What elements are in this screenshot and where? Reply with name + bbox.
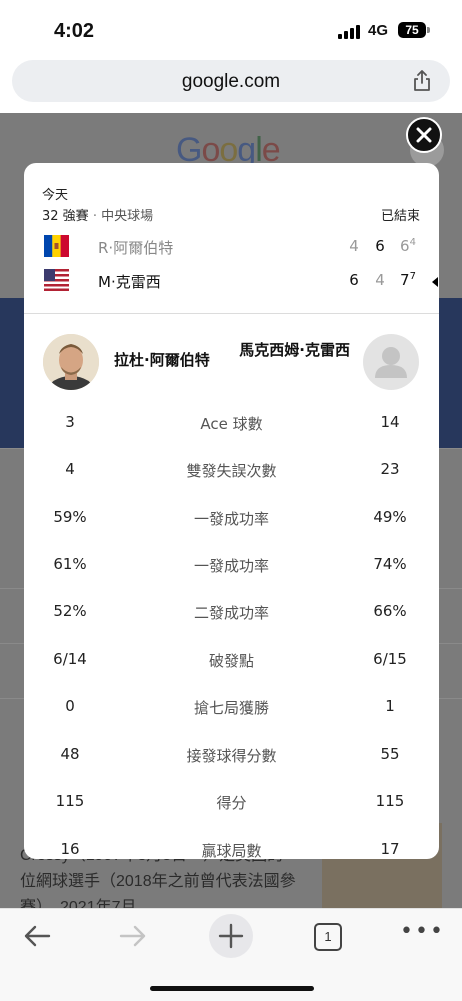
match-card: 今天 32 強賽 · 中央球場 已結束 R·阿爾伯特 4 6 64 M·克雷西 … <box>24 163 439 859</box>
match-date: 今天 <box>42 188 69 203</box>
player1-avatar <box>43 334 99 390</box>
new-tab-button[interactable] <box>209 914 253 958</box>
address-bar[interactable]: google.com <box>12 60 450 102</box>
round-label: 32 強賽 <box>42 209 89 224</box>
player2-set1: 6 <box>349 271 359 289</box>
stat-row: 16 贏球局數 17 <box>60 840 400 859</box>
close-button[interactable] <box>406 117 442 153</box>
stat-row: 4 雙發失誤次數 23 <box>65 460 400 480</box>
browser-toolbar: 1 ••• <box>0 908 462 1001</box>
player1-set1: 4 <box>349 237 359 255</box>
stat-row: 3 Ace 球數 14 <box>65 413 400 433</box>
stat-row: 115 得分 115 <box>55 792 405 812</box>
match-status: 已結束 <box>380 209 420 224</box>
status-bar: 4:02 4G 75 <box>0 0 462 58</box>
player1-full-name: 拉杜·阿爾伯特 <box>114 351 210 369</box>
more-icon[interactable]: ••• <box>400 919 445 944</box>
player2-short-name: M·克雷西 <box>98 273 161 291</box>
stat-row: 61% 一發成功率 74% <box>53 555 407 575</box>
stat-row: 6/14 破發點 6/15 <box>53 650 407 670</box>
score-row-player2[interactable]: M·克雷西 6 4 77 <box>24 265 439 295</box>
stat-row: 52% 二發成功率 66% <box>53 602 407 622</box>
player2-full-name: 馬克西姆·克雷西 <box>239 341 350 359</box>
player2-avatar <box>363 334 419 390</box>
winner-indicator-icon <box>432 277 438 287</box>
signal-icon <box>338 24 362 39</box>
battery-icon: 75 <box>398 22 430 38</box>
player2-set3: 77 <box>400 271 416 289</box>
score-row-player1[interactable]: R·阿爾伯特 4 6 64 <box>24 231 439 261</box>
back-icon[interactable] <box>22 921 52 951</box>
player1-short-name: R·阿爾伯特 <box>98 239 174 257</box>
player2-set2: 4 <box>375 271 385 289</box>
close-icon <box>416 127 432 143</box>
status-time: 4:02 <box>54 20 95 42</box>
player1-set3: 64 <box>400 237 416 255</box>
home-indicator <box>150 986 314 991</box>
tabs-button[interactable]: 1 <box>314 923 342 951</box>
url-text[interactable]: google.com <box>12 71 450 93</box>
share-icon[interactable] <box>412 70 432 92</box>
player1-set2: 6 <box>375 237 385 255</box>
divider <box>24 313 439 314</box>
stat-row: 0 搶七局獲勝 1 <box>65 697 395 717</box>
stat-row: 59% 一發成功率 49% <box>53 508 407 528</box>
match-round: 32 強賽 · 中央球場 <box>42 209 154 224</box>
stat-row: 48 接發球得分數 55 <box>60 745 400 765</box>
network-type: 4G <box>368 22 389 39</box>
usa-flag-icon <box>44 269 69 291</box>
court-label: 中央球場 <box>101 209 154 224</box>
moldova-flag-icon <box>44 235 69 257</box>
plus-icon <box>218 923 244 949</box>
forward-icon[interactable] <box>118 921 148 951</box>
